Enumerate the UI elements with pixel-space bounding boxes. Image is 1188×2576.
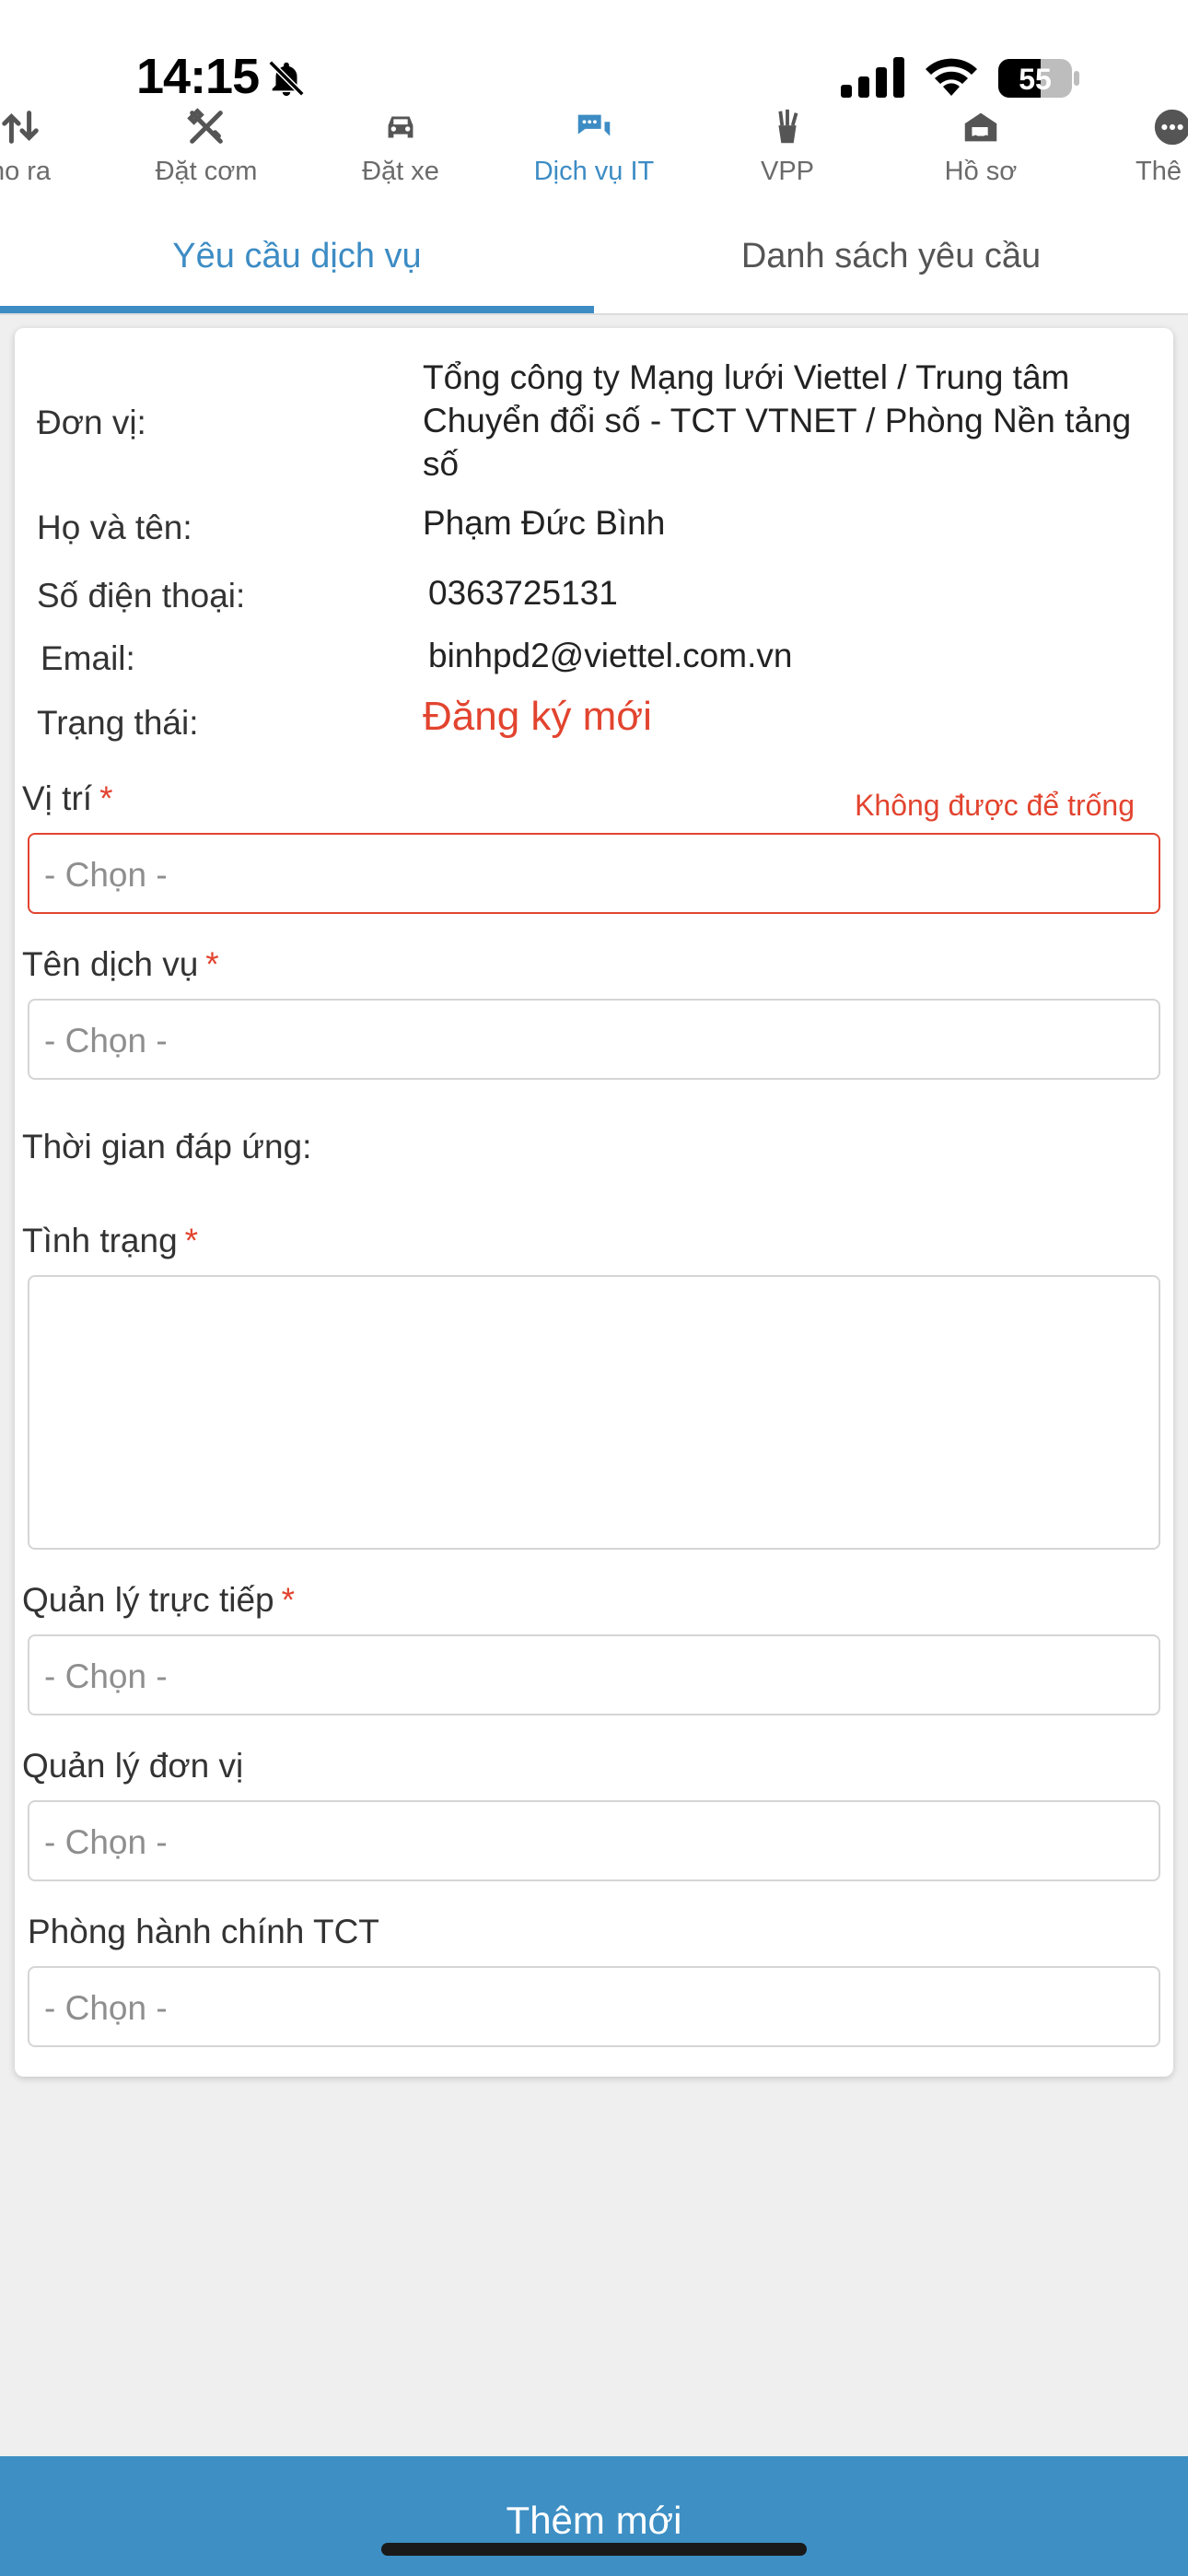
nav-item-label: Thê: [1136, 157, 1182, 186]
name-value: Phạm Đức Bình: [423, 504, 666, 542]
unit-manager-select[interactable]: - Chọn -: [28, 1800, 1160, 1881]
required-mark: *: [205, 945, 219, 983]
fork-knife-icon: [187, 108, 223, 144]
location-label-text: Vị trí: [22, 779, 93, 817]
nav-item-dat-com[interactable]: Đặt cơm: [114, 101, 298, 193]
delivery-truck-icon: [964, 112, 997, 142]
location-select[interactable]: - Chọn -: [28, 833, 1160, 914]
status-label: Trạng thái:: [37, 704, 199, 742]
direct-manager-placeholder: - Chọn -: [44, 1657, 168, 1695]
email-label: Email:: [41, 639, 135, 677]
required-mark: *: [99, 779, 113, 817]
nav-item-dat-xe[interactable]: Đặt xe: [309, 101, 493, 193]
request-form-card: Đơn vị: Tổng công ty Mạng lưới Viettel /…: [15, 328, 1173, 2077]
nav-item-label: Đặt cơm: [155, 157, 258, 186]
nav-item-checkin[interactable]: ho ra: [0, 101, 112, 193]
service-label: Tên dịch vụ *: [22, 945, 219, 984]
location-error-message: Không được để trống: [855, 789, 1135, 822]
unit-value: Tổng công ty Mạng lưới Viettel / Trung t…: [423, 358, 1132, 483]
active-tab-indicator: [0, 306, 594, 313]
admin-dept-select[interactable]: - Chọn -: [28, 1966, 1160, 2047]
service-placeholder: - Chọn -: [44, 1022, 168, 1060]
admin-dept-label: Phòng hành chính TCT: [28, 1913, 379, 1950]
condition-label-text: Tình trạng: [22, 1222, 178, 1259]
tab-request-list[interactable]: Danh sách yêu cầu: [594, 193, 1188, 315]
phone-label: Số điện thoại:: [37, 577, 246, 615]
location-label: Vị trí *: [22, 779, 112, 818]
status-time: 14:15: [136, 49, 260, 104]
tab-service-request[interactable]: Yêu cầu dịch vụ: [0, 193, 594, 315]
tab-bar: Yêu cầu dịch vụ Danh sách yêu cầu: [0, 193, 1188, 315]
bell-off-icon: [268, 60, 305, 97]
nav-item-dich-vu-it[interactable]: Dịch vụ IT: [502, 101, 686, 193]
nav-item-vpp[interactable]: VPP: [695, 101, 879, 193]
battery-level: 55: [1019, 63, 1052, 96]
condition-label: Tình trạng *: [22, 1222, 198, 1260]
home-indicator[interactable]: [381, 2543, 807, 2556]
nav-item-ho-so[interactable]: Hồ sơ: [889, 101, 1073, 193]
nav-item-label: ho ra: [0, 157, 52, 186]
direct-manager-select[interactable]: - Chọn -: [28, 1634, 1160, 1715]
cellular-signal-icon: [841, 57, 904, 98]
unit-label: Đơn vị:: [37, 404, 146, 441]
phone-value: 0363725131: [428, 574, 618, 612]
battery-icon: 55: [998, 59, 1079, 98]
add-new-button[interactable]: Thêm mới: [0, 2456, 1188, 2576]
wifi-icon: [926, 58, 977, 96]
pencil-cup-icon: [778, 109, 798, 144]
unit-manager-placeholder: - Chọn -: [44, 1823, 168, 1861]
service-label-text: Tên dịch vụ: [22, 945, 199, 983]
condition-textarea[interactable]: [28, 1275, 1160, 1550]
status-value: Đăng ký mới: [423, 694, 652, 739]
nav-item-label: Hồ sơ: [944, 157, 1018, 186]
swap-vertical-icon: [2, 111, 39, 144]
nav-item-more[interactable]: Thê: [1080, 101, 1188, 193]
nav-item-label: Đặt xe: [362, 157, 439, 186]
required-mark: *: [281, 1581, 296, 1619]
nav-item-label: Dịch vụ IT: [533, 157, 655, 186]
required-mark: *: [184, 1222, 199, 1259]
direct-manager-label-text: Quản lý trực tiếp: [22, 1581, 274, 1619]
chat-bubbles-icon: [577, 114, 611, 136]
name-label: Họ và tên:: [37, 509, 192, 546]
status-bar: 14:15 55: [0, 0, 1188, 104]
service-select[interactable]: - Chọn -: [28, 999, 1160, 1080]
unit-manager-label: Quản lý đơn vị: [22, 1747, 244, 1785]
location-placeholder: - Chọn -: [44, 856, 168, 894]
nav-item-label: VPP: [760, 157, 815, 186]
response-time-label: Thời gian đáp ứng:: [22, 1128, 312, 1165]
more-icon: [1154, 109, 1188, 146]
direct-manager-label: Quản lý trực tiếp *: [22, 1581, 295, 1620]
bottom-action-bar: Thêm mới: [0, 2456, 1188, 2576]
email-value: binhpd2@viettel.com.vn: [428, 637, 793, 674]
top-nav: ho ra Đặt cơm Đặt xe Dịch vụ IT VPP: [0, 101, 1188, 193]
admin-dept-placeholder: - Chọn -: [44, 1989, 168, 2027]
car-icon: [388, 116, 413, 138]
